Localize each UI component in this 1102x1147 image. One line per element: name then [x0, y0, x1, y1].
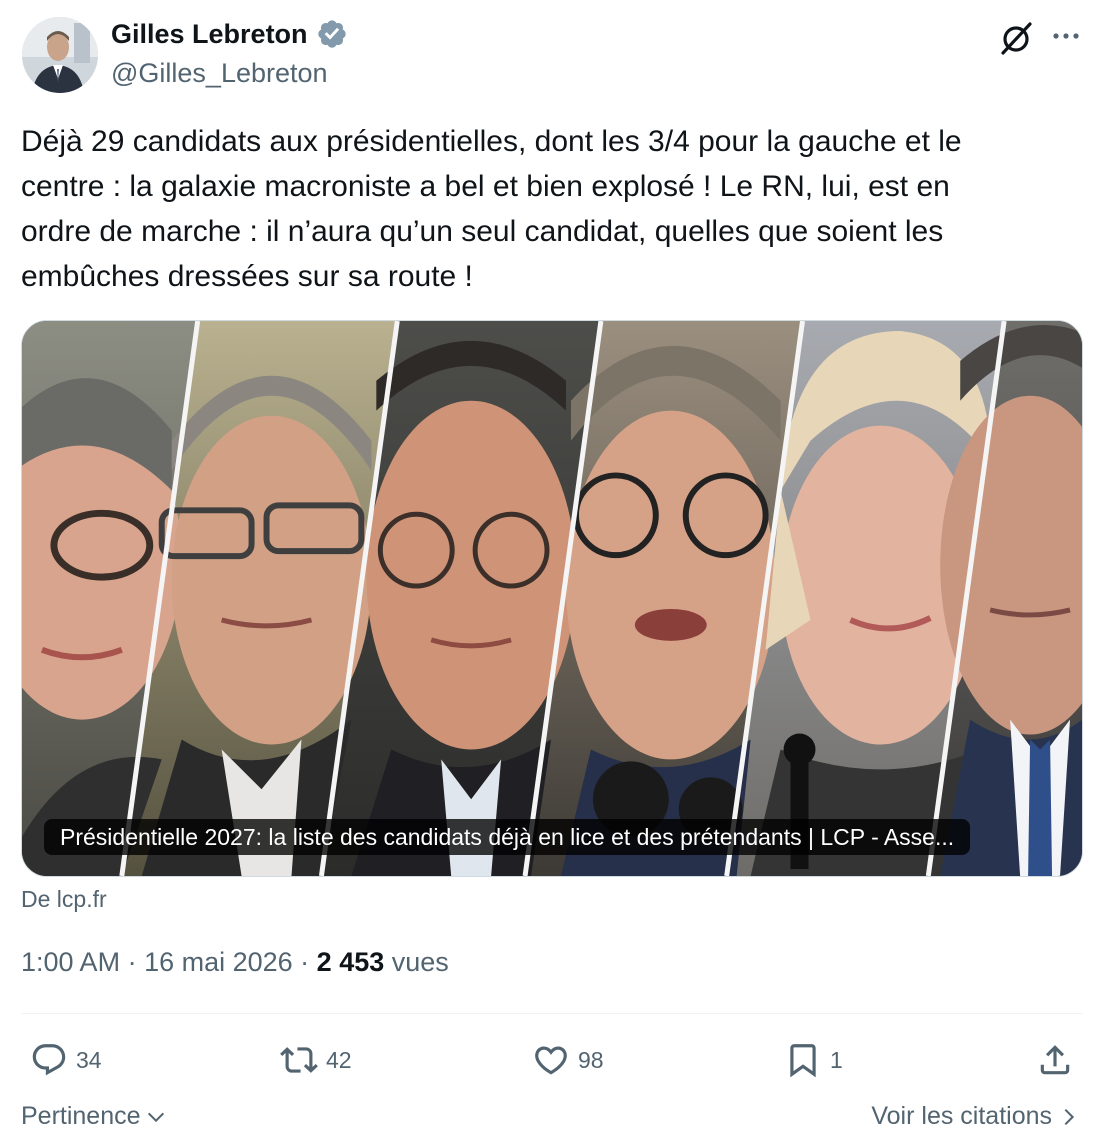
more-icon[interactable] [1050, 22, 1082, 50]
avatar-image [22, 17, 98, 93]
grok-icon[interactable] [998, 20, 1034, 56]
chevron-down-icon [147, 1112, 164, 1122]
card-source[interactable]: De lcp.fr [21, 886, 107, 913]
views-label: vues [384, 947, 449, 977]
tweet-time[interactable]: 1:00 AM [21, 947, 120, 977]
chevron-right-icon [1064, 1108, 1075, 1125]
action-bar: 34 42 98 1 [0, 1032, 1102, 1088]
card-image [22, 321, 1082, 876]
share-icon [1040, 1045, 1070, 1075]
bookmark-count: 1 [830, 1046, 843, 1073]
tweet-date[interactable]: 16 mai 2026 [144, 947, 293, 977]
meta-separator: · [292, 947, 317, 977]
meta-separator: · [120, 947, 145, 977]
repost-count: 42 [326, 1046, 352, 1073]
reply-icon [32, 1044, 66, 1076]
bookmark-icon [790, 1044, 816, 1078]
like-count: 98 [578, 1046, 604, 1073]
repost-button[interactable]: 42 [280, 1032, 352, 1088]
divider [21, 1013, 1083, 1014]
tweet-meta: 1:00 AM · 16 mai 2026 · 2 453 vues [21, 947, 449, 978]
like-icon [535, 1046, 567, 1075]
card-caption: Présidentielle 2027: la liste des candid… [44, 819, 971, 855]
view-quotes-label: Voir les citations [871, 1102, 1052, 1130]
repost-icon [280, 1047, 318, 1073]
reply-button[interactable]: 34 [30, 1032, 102, 1088]
author-handle[interactable]: @Gilles_Lebreton [111, 58, 328, 89]
tweet-text: Déjà 29 candidats aux présidentielles, d… [21, 125, 962, 293]
author-name-text: Gilles Lebreton [111, 18, 308, 49]
verified-badge-icon[interactable] [316, 18, 348, 50]
bookmark-button[interactable]: 1 [784, 1032, 843, 1088]
view-quotes-link[interactable]: Voir les citations [871, 1102, 1080, 1131]
sort-label: Pertinence [21, 1102, 141, 1130]
share-button[interactable] [1036, 1032, 1074, 1088]
author-name[interactable]: Gilles Lebreton [111, 18, 348, 50]
avatar[interactable] [22, 17, 98, 93]
views-count: 2 453 [316, 947, 385, 977]
link-card[interactable]: Présidentielle 2027: la liste des candid… [21, 320, 1083, 877]
reply-count: 34 [76, 1046, 102, 1073]
sort-dropdown[interactable]: Pertinence [21, 1102, 167, 1131]
like-button[interactable]: 98 [532, 1032, 604, 1088]
